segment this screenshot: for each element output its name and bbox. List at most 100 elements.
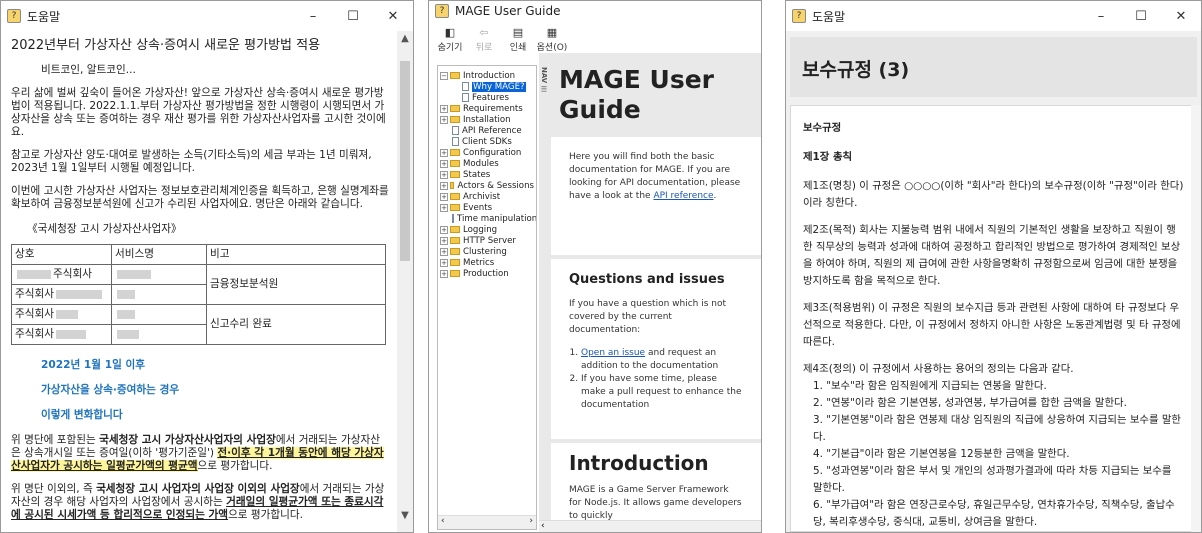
open-issue-link[interactable]: Open an issue	[581, 348, 645, 358]
expand-icon[interactable]: +	[440, 148, 448, 157]
page-icon	[462, 82, 469, 91]
page-icon	[452, 126, 459, 135]
tree-item[interactable]: + Configuration	[440, 147, 534, 158]
tree-item[interactable]: + Events	[440, 202, 534, 213]
vertical-scrollbar[interactable]: ▲ ▼	[397, 31, 413, 532]
tree-item[interactable]: Features	[440, 92, 534, 103]
title-bar: ? MAGE User Guide	[429, 1, 761, 21]
scroll-right-icon[interactable]: ›	[529, 516, 533, 529]
redacted-block	[56, 289, 102, 299]
scroll-left-icon[interactable]: ‹	[441, 516, 445, 529]
redacted-block	[17, 269, 51, 279]
questions-card: Questions and issues If you have a quest…	[551, 259, 761, 439]
highlight-heading: 2022년 1월 1일 이후	[41, 359, 146, 371]
contents-tree[interactable]: − Introduction Why MAGE? Features + Requireme…	[437, 65, 537, 530]
window-title: 도움말	[27, 9, 61, 24]
expand-icon[interactable]: +	[440, 258, 448, 267]
folder-icon	[450, 193, 460, 200]
close-button[interactable]: ✕	[1161, 9, 1201, 24]
tree-item-label: Time manipulation	[457, 213, 537, 224]
hide-button[interactable]: ◧ 숨기기	[433, 26, 467, 53]
vertical-scrollbar[interactable]	[1191, 105, 1201, 532]
tree-item-label: States	[463, 169, 491, 180]
tree-item[interactable]: Client SDKs	[440, 136, 534, 147]
scroll-left-icon[interactable]: ‹	[541, 521, 545, 531]
tree-item-label: Modules	[463, 158, 499, 169]
tree-item[interactable]: + Production	[440, 268, 534, 279]
tree-item[interactable]: + Installation	[440, 114, 534, 125]
tree-item[interactable]: + Archivist	[440, 191, 534, 202]
tree-item-label: Logging	[463, 224, 498, 235]
scroll-down-icon[interactable]: ▼	[397, 510, 413, 526]
table-caption: 《국세청장 고시 가상자산사업자》	[27, 223, 182, 235]
tree-item[interactable]: + Modules	[440, 158, 534, 169]
title-bar: ? 도움말 – ☐ ✕	[786, 1, 1201, 31]
table-header-row: 상호 서비스명 비고	[11, 244, 386, 265]
tree-item[interactable]: + HTTP Server	[440, 235, 534, 246]
provider-table: 상호 서비스명 비고 주식회사 금융정보분석원 주식회사 주식회사 신고수리 완…	[11, 244, 386, 345]
tree-item[interactable]: + Requirements	[440, 103, 534, 114]
collapse-icon[interactable]: −	[440, 71, 448, 80]
expand-icon[interactable]: +	[440, 170, 448, 179]
tree-item-label: Configuration	[463, 147, 522, 158]
tree-item-label: Clustering	[463, 246, 507, 257]
expand-icon[interactable]: +	[440, 203, 448, 212]
folder-icon	[450, 248, 460, 255]
expand-icon[interactable]: +	[440, 236, 448, 245]
tree-item[interactable]: API Reference	[440, 125, 534, 136]
expand-icon[interactable]: +	[440, 247, 448, 256]
expand-icon[interactable]: +	[440, 192, 448, 201]
redacted-block	[117, 329, 139, 339]
api-reference-link[interactable]: API reference	[653, 191, 713, 201]
expand-icon[interactable]: +	[440, 104, 448, 113]
paragraph: 위 명단에 포함된는 국세청장 고시 가상자산사업자의 사업장에서 거래되는 가…	[11, 434, 384, 472]
paragraph: 우리 삶에 벌써 깊숙이 들어온 가상자산! 앞으로 가상자산 상속·증여시 새…	[11, 87, 386, 138]
back-arrow-icon: ⇦	[479, 26, 489, 39]
questions-list: Open an issue and request an addition to…	[569, 347, 743, 412]
window-title: MAGE User Guide	[455, 4, 561, 18]
tree-horizontal-scrollbar[interactable]: ‹ ›	[438, 515, 536, 529]
highlight-heading: 가상자산을 상속·증여하는 경우	[41, 384, 180, 396]
expand-icon[interactable]: +	[440, 269, 448, 278]
nav-toggle[interactable]: NAV ☰	[539, 53, 549, 532]
section-title: Introduction	[569, 451, 709, 475]
highlight-heading: 이렇게 변화합니다	[41, 409, 123, 421]
article: 제2조(목적) 회사는 지불능력 범위 내에서 직원의 기본적인 생활을 보장하…	[803, 224, 1181, 287]
tree-item[interactable]: Time manipulation	[440, 213, 537, 224]
company-name: 주식회사	[15, 288, 54, 300]
list-item: Open an issue and request an addition to…	[581, 347, 743, 373]
scroll-up-icon[interactable]: ▲	[397, 33, 413, 49]
options-button[interactable]: ▦ 옵션(O)	[535, 26, 569, 53]
print-button[interactable]: ▤ 인쇄	[501, 26, 535, 53]
minimize-button[interactable]: –	[1081, 9, 1121, 24]
paragraph: If you have a question which is not cove…	[569, 299, 727, 335]
help-app-icon: ?	[7, 9, 21, 23]
back-button[interactable]: ⇦ 뒤로	[467, 26, 501, 53]
tree-item[interactable]: + States	[440, 169, 534, 180]
tree-item[interactable]: + Clustering	[440, 246, 534, 257]
maximize-button[interactable]: ☐	[333, 9, 373, 24]
folder-icon	[450, 105, 460, 112]
maximize-button[interactable]: ☐	[1121, 9, 1161, 24]
horizontal-scrollbar[interactable]: ‹	[539, 520, 761, 532]
expand-icon[interactable]: +	[440, 181, 448, 190]
tree-item[interactable]: − Introduction	[440, 70, 534, 81]
tree-item[interactable]: + Actors & Sessions	[440, 180, 534, 191]
folder-icon	[450, 160, 460, 167]
expand-icon[interactable]: +	[440, 159, 448, 168]
tree-item-label: Metrics	[463, 257, 495, 268]
redacted-block	[117, 289, 135, 299]
help-app-icon: ?	[435, 4, 449, 18]
tree-item[interactable]: + Metrics	[440, 257, 534, 268]
hide-pane-icon: ◧	[444, 26, 456, 39]
folder-icon	[450, 270, 460, 277]
tree-item[interactable]: + Logging	[440, 224, 534, 235]
close-button[interactable]: ✕	[373, 9, 413, 24]
options-icon: ▦	[546, 26, 558, 39]
expand-icon[interactable]: +	[440, 225, 448, 234]
expand-icon[interactable]: +	[440, 115, 448, 124]
scroll-thumb[interactable]	[400, 61, 410, 261]
minimize-button[interactable]: –	[293, 9, 333, 24]
tree-item-label: Archivist	[463, 191, 501, 202]
tree-item[interactable]: Why MAGE?	[440, 81, 534, 92]
